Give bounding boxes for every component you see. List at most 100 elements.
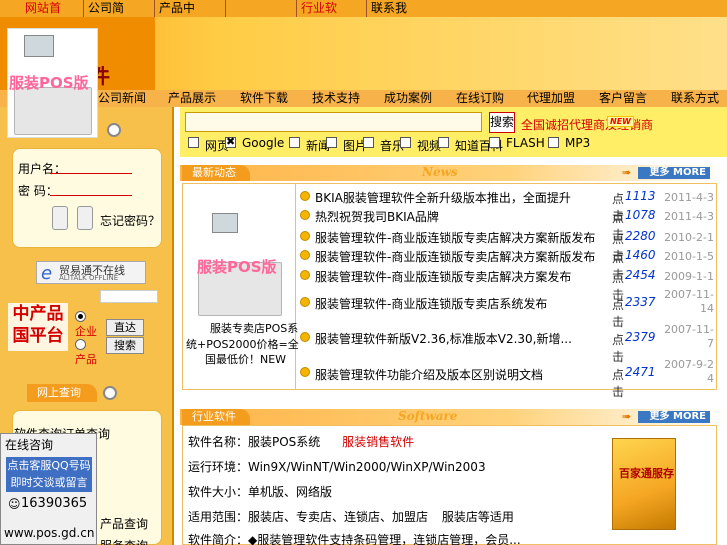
hits-count: 2471 (625, 365, 656, 379)
hits-prefix: 点击 (612, 333, 625, 364)
subnav-item[interactable]: 软件下载 (240, 90, 288, 107)
subnav-item[interactable]: 联系方式 (671, 90, 719, 107)
news-title[interactable]: 服装管理软件功能介绍及版本区别说明文档 (315, 366, 615, 383)
magnifier-icon (107, 123, 121, 137)
news-title[interactable]: 热烈祝贺我司BKIA品牌 (315, 208, 615, 225)
radio-company-label: 企业 (75, 325, 97, 338)
subnav-item[interactable]: 技术支持 (312, 90, 360, 107)
software-more-button[interactable]: 更多 MORE (638, 411, 710, 423)
news-title[interactable]: BKIA服装管理软件全新升级版本推出，全面提升 (315, 189, 615, 206)
software-name-tag: 服装销售软件 (342, 435, 415, 449)
software-intro: 软件简介：◆服装管理软件支持条码管理，连锁店管理，会员... (188, 533, 521, 545)
topnav-item-products[interactable]: 产品中心 (155, 0, 199, 32)
hits-count: 2454 (625, 268, 656, 282)
news-date: 2011-4-3 (664, 191, 714, 204)
topnav-item-contact[interactable]: 联系我们 (367, 0, 411, 32)
software-box-image[interactable]: 百家通服存 (612, 438, 676, 530)
qq-icon: ☺ (8, 497, 21, 511)
news-date: 2010-1-5 (664, 250, 714, 263)
search-option-checkbox[interactable] (225, 135, 236, 148)
hits-count: 2280 (625, 229, 656, 243)
bullet-icon (300, 231, 310, 241)
register-button[interactable] (77, 206, 93, 230)
username-label: 用户名： (18, 162, 67, 176)
news-title[interactable]: 服装管理软件-商业版连锁版专卖店解决方案新版发布 (315, 229, 615, 246)
topnav-item-home[interactable]: 网站首页 (20, 0, 66, 32)
subnav-item[interactable]: 客户留言 (599, 90, 647, 107)
hits-count: 1460 (625, 248, 656, 262)
feature-caption[interactable]: 国最低价！NEW (205, 351, 286, 367)
software-scope-tag: 服装店等适用 (441, 510, 514, 524)
query-item[interactable]: 产品查询 (100, 515, 148, 532)
hits-count: 1113 (625, 189, 656, 203)
search-option-label: MP3 (565, 136, 591, 150)
search-option-checkbox[interactable] (438, 137, 449, 148)
software-env: 运行环境：Win9X/WinNT/Win2000/WinXP/Win2003 (188, 460, 486, 474)
radio-company[interactable] (75, 311, 86, 322)
more-arrow-icon: ➠ (622, 410, 632, 423)
username-input[interactable] (50, 173, 132, 174)
news-title[interactable]: 服装管理软件-商业版连锁版专卖店解决方案新版发布 (315, 248, 615, 265)
query-item[interactable]: 服务查询 (100, 537, 148, 545)
direct-button[interactable]: 直达 (106, 319, 144, 336)
hits-count: 1078 (625, 208, 656, 222)
password-label: 密 码： (18, 184, 58, 198)
feature-caption[interactable]: 统+POS2000价格=全 (186, 336, 299, 352)
forgot-password-link[interactable]: 忘记密码？ (100, 212, 160, 229)
radio-product[interactable] (75, 339, 86, 350)
search-submit-button[interactable]: 搜索 (489, 112, 515, 133)
consult-header: 在线咨询 (5, 438, 54, 452)
topnav-item-software[interactable]: 行业软件 (297, 0, 341, 32)
news-word: News (422, 165, 458, 179)
news-title[interactable]: 服装管理软件-商业版连锁版专卖店系统发布 (315, 295, 615, 312)
news-date: 2007-11-7 (664, 323, 714, 350)
news-date: 2010-2-1 (664, 231, 714, 244)
new-badge: NEW (607, 116, 634, 127)
subnav-item[interactable]: 产品展示 (168, 90, 216, 107)
feature-caption[interactable]: 服装专卖店POS系 (210, 320, 298, 336)
hits-prefix: 点击 (612, 298, 625, 329)
search-option-checkbox[interactable] (548, 137, 559, 148)
subnav-item[interactable]: 成功案例 (384, 90, 432, 107)
news-title[interactable]: 服装管理软件新版V2.36,标准版本V2.30,新增... (315, 330, 615, 347)
feature-pos-label: 服装POS版 (197, 258, 277, 276)
bullet-icon (300, 250, 310, 260)
search-option-label: FLASH (506, 136, 545, 150)
search-option-checkbox[interactable] (289, 137, 300, 148)
news-tab: 最新动态 (182, 165, 250, 181)
more-arrow-icon: ➠ (622, 166, 632, 179)
subnav-item[interactable]: 代理加盟 (527, 90, 575, 107)
search-option-checkbox[interactable] (188, 137, 199, 148)
topnav-separator (225, 0, 226, 17)
subnav-item[interactable]: 公司新闻 (98, 90, 146, 107)
product-photo-label: 服装POS版 (9, 74, 89, 92)
bullet-icon (300, 191, 310, 201)
news-title[interactable]: 服装管理软件-商业版连锁版专卖店解决方案发布 (315, 268, 615, 285)
online-consult-widget: 在线咨询 点击客服QQ号码即时交谈或留言 ☺ 16390365 www.pos.… (0, 433, 97, 545)
search-option-checkbox[interactable] (326, 137, 337, 148)
consult-url[interactable]: www.pos.gd.cn (4, 526, 94, 540)
subnav-item[interactable]: 在线订购 (456, 90, 504, 107)
alitalk-icon: e (41, 263, 53, 284)
bullet-icon (300, 210, 310, 220)
search-option-checkbox[interactable] (363, 137, 374, 148)
software-box-label: 百家通服存 (619, 467, 674, 480)
password-input[interactable] (50, 195, 132, 196)
software-name-text[interactable]: 软件名称：服装POS系统 (188, 435, 320, 449)
consult-qq-number[interactable]: 16390365 (21, 496, 87, 511)
alitalk-status-button[interactable]: e 贸易通不在线 ALITALK OFFLINE (36, 261, 146, 284)
consult-qq-button[interactable]: 点击客服QQ号码即时交谈或留言 (6, 457, 92, 492)
search-option-checkbox[interactable] (489, 137, 500, 148)
news-date: 2011-4-3 (664, 210, 714, 223)
magnifier-icon (103, 386, 117, 400)
search-option-checkbox[interactable] (400, 137, 411, 148)
news-more-button[interactable]: 更多 MORE (638, 167, 710, 179)
search-button[interactable]: 搜索 (106, 337, 144, 354)
search-input[interactable] (185, 112, 482, 132)
platform-search-input[interactable] (100, 290, 158, 303)
topnav-item-about[interactable]: 公司简介 (84, 0, 128, 32)
software-word: Software (398, 409, 458, 423)
login-button[interactable] (52, 206, 68, 230)
news-date: 2007-9-24 (664, 358, 714, 385)
software-scope-text: 适用范围：服装店、专卖店、连锁店、加盟店 (188, 510, 429, 524)
